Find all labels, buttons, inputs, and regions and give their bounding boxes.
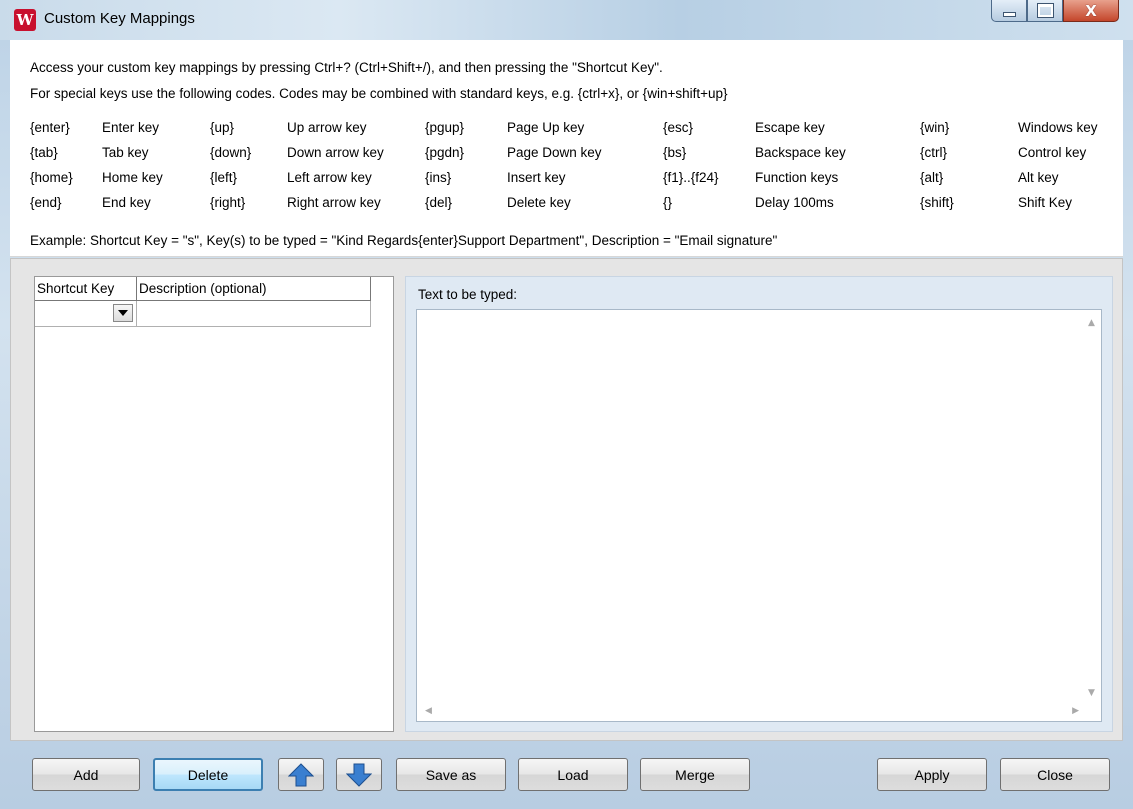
merge-button[interactable]: Merge: [640, 758, 750, 791]
button-bar: Add Delete Save as Load Merge Apply Clos…: [10, 742, 1123, 800]
key-code-description: Home key: [102, 170, 163, 185]
key-code: {left}: [210, 170, 238, 185]
key-code: {esc}: [663, 120, 694, 135]
key-code: {alt}: [920, 170, 944, 185]
column-header-description[interactable]: Description (optional): [137, 277, 371, 301]
key-code: {pgdn}: [425, 145, 465, 160]
key-code-description: Control key: [1018, 145, 1087, 160]
shortcut-key-dropdown-button[interactable]: [113, 304, 133, 322]
key-code: {win}: [920, 120, 950, 135]
minimize-icon: [1002, 12, 1016, 17]
description-cell[interactable]: [137, 301, 371, 327]
close-icon: X: [1085, 1, 1097, 20]
close-window-button[interactable]: X: [1063, 0, 1119, 22]
shortcut-key-cell[interactable]: [35, 301, 137, 327]
maximize-button[interactable]: [1027, 0, 1063, 22]
scroll-up-icon[interactable]: ▲: [1088, 318, 1095, 328]
instructions-panel: Access your custom key mappings by press…: [10, 40, 1123, 257]
key-code: {right}: [210, 195, 246, 210]
scroll-right-icon[interactable]: ▶: [1072, 706, 1079, 716]
key-code-description: Insert key: [507, 170, 566, 185]
key-code: {tab}: [30, 145, 58, 160]
key-code-description: End key: [102, 195, 151, 210]
arrow-down-icon: [346, 763, 372, 787]
key-code: {ins}: [425, 170, 452, 185]
window-controls: X: [991, 0, 1119, 22]
maximize-icon: [1036, 3, 1054, 18]
chevron-down-icon: [118, 310, 128, 316]
close-button[interactable]: Close: [1000, 758, 1110, 791]
instructions-line-2: For special keys use the following codes…: [30, 86, 728, 101]
key-code: {home}: [30, 170, 73, 185]
key-code-description: Function keys: [755, 170, 839, 185]
scroll-left-icon[interactable]: ◀: [425, 706, 432, 716]
text-to-type-label: Text to be typed:: [418, 287, 518, 302]
key-code: {end}: [30, 195, 62, 210]
key-code-description: Right arrow key: [287, 195, 381, 210]
apply-button[interactable]: Apply: [877, 758, 987, 791]
key-code: {up}: [210, 120, 235, 135]
key-code-description: Down arrow key: [287, 145, 384, 160]
arrow-up-icon: [288, 762, 314, 786]
instructions-line-1: Access your custom key mappings by press…: [30, 60, 663, 75]
key-code: {enter}: [30, 120, 70, 135]
key-code-description: Escape key: [755, 120, 825, 135]
key-code-description: Left arrow key: [287, 170, 372, 185]
delete-button[interactable]: Delete: [153, 758, 263, 791]
window-title: Custom Key Mappings: [44, 10, 195, 27]
key-code: {}: [663, 195, 673, 210]
text-to-type-input[interactable]: ▲ ▼ ◀ ▶: [416, 309, 1102, 722]
key-code: {shift}: [920, 195, 954, 210]
key-code: {ctrl}: [920, 145, 948, 160]
title-bar: W Custom Key Mappings X: [0, 0, 1133, 40]
key-code-description: Page Up key: [507, 120, 585, 135]
save-as-button[interactable]: Save as: [396, 758, 506, 791]
key-code-description: Delete key: [507, 195, 571, 210]
key-code-description: Windows key: [1018, 120, 1098, 135]
custom-key-mappings-window: W Custom Key Mappings X Access your cust…: [0, 0, 1133, 809]
scroll-down-icon[interactable]: ▼: [1088, 688, 1095, 698]
example-text: Example: Shortcut Key = "s", Key(s) to b…: [30, 233, 778, 248]
key-code-description: Up arrow key: [287, 120, 367, 135]
app-logo-icon: W: [14, 9, 36, 31]
move-up-button[interactable]: [278, 758, 324, 791]
key-code: {del}: [425, 195, 453, 210]
key-code-description: Backspace key: [755, 145, 846, 160]
key-code-description: Enter key: [102, 120, 160, 135]
load-button[interactable]: Load: [518, 758, 628, 791]
horizontal-scrollbar[interactable]: ◀ ▶: [417, 703, 1083, 721]
vertical-scrollbar[interactable]: ▲ ▼: [1083, 310, 1101, 704]
key-code-description: Page Down key: [507, 145, 602, 160]
key-code-description: Delay 100ms: [755, 195, 834, 210]
text-to-type-panel: Text to be typed: ▲ ▼ ◀ ▶: [405, 276, 1113, 732]
key-code: {bs}: [663, 145, 687, 160]
move-down-button[interactable]: [336, 758, 382, 791]
key-code-description: Alt key: [1018, 170, 1059, 185]
key-code-description: Tab key: [102, 145, 149, 160]
minimize-button[interactable]: [991, 0, 1027, 22]
mappings-grid[interactable]: Shortcut Key Description (optional): [34, 276, 394, 732]
key-code: {pgup}: [425, 120, 465, 135]
key-code: {f1}..{f24}: [663, 170, 719, 185]
column-header-shortcut-key[interactable]: Shortcut Key: [35, 277, 137, 301]
key-code: {down}: [210, 145, 252, 160]
key-code-description: Shift Key: [1018, 195, 1073, 210]
add-button[interactable]: Add: [32, 758, 140, 791]
